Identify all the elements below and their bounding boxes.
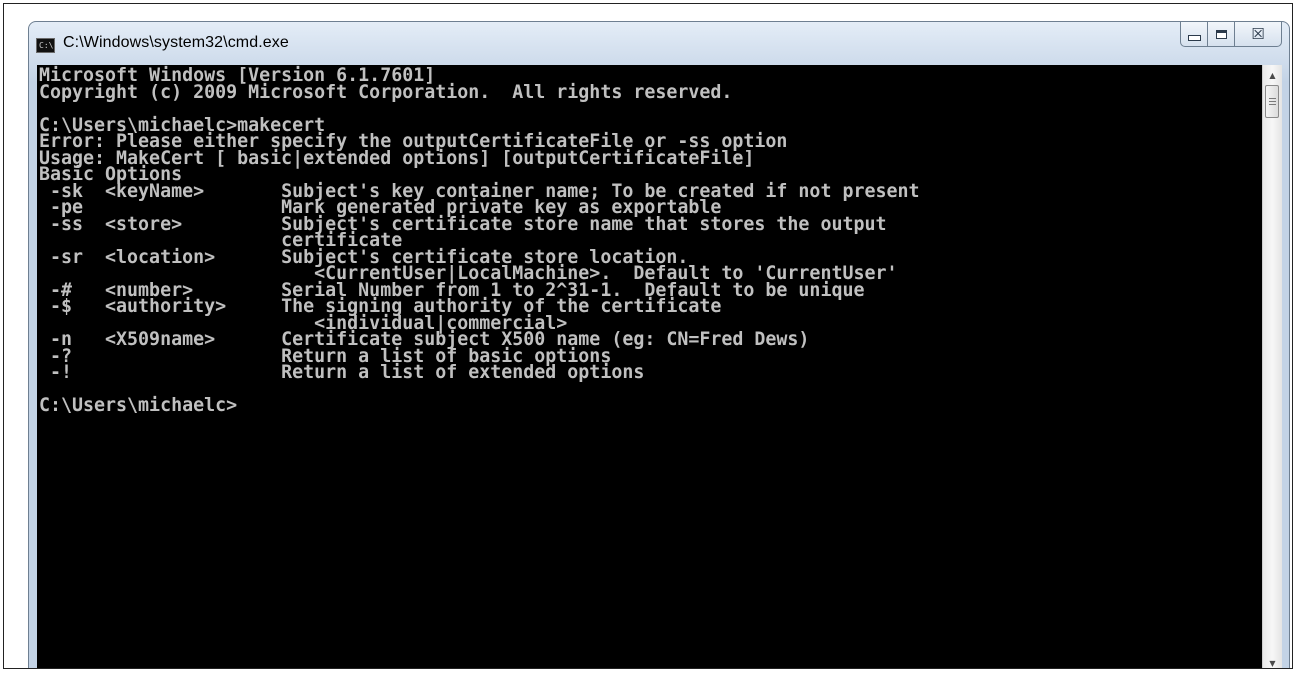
scroll-down-arrow-icon[interactable]: ▼	[1263, 655, 1282, 668]
console-text: Microsoft Windows [Version 6.1.7601] Copy…	[37, 65, 1262, 415]
cmd-window: C:\ C:\Windows\system32\cmd.exe ☒ Micros…	[28, 21, 1290, 668]
console-line: C:\Users\michaelc>	[39, 395, 238, 416]
console-output[interactable]: Microsoft Windows [Version 6.1.7601] Copy…	[37, 65, 1262, 668]
console-line: Copyright (c) 2009 Microsoft Corporation…	[39, 81, 733, 103]
window-title: C:\Windows\system32\cmd.exe	[63, 34, 289, 51]
maximize-icon	[1215, 29, 1227, 39]
maximize-button[interactable]	[1208, 22, 1235, 47]
screenshot-frame: C:\ C:\Windows\system32\cmd.exe ☒ Micros…	[3, 3, 1293, 669]
scroll-up-arrow-icon[interactable]: ▲	[1263, 67, 1282, 84]
console-line: -! Return a list of extended options	[39, 362, 645, 383]
close-button[interactable]: ☒	[1235, 22, 1282, 47]
vertical-scrollbar[interactable]: ▲ ▼	[1262, 65, 1282, 668]
console-app-icon[interactable]: C:\	[36, 38, 55, 53]
minimize-button[interactable]	[1180, 22, 1208, 47]
caption-buttons: ☒	[1180, 22, 1282, 48]
minimize-icon	[1187, 35, 1201, 41]
console-line: Usage: MakeCert [ basic|extended options…	[39, 147, 755, 169]
close-icon: ☒	[1251, 24, 1265, 43]
scroll-thumb[interactable]	[1265, 85, 1279, 118]
scroll-thumb-grip-icon	[1269, 98, 1276, 105]
